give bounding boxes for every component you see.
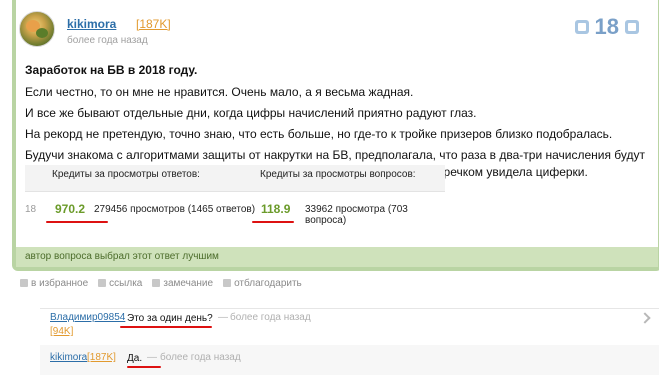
credits-stats-table: Кредиты за просмотры ответов: Кредиты за… [25, 165, 450, 226]
action-label: отблагодарить [234, 277, 302, 289]
comment-timestamp: более года назад [160, 352, 241, 363]
comment-author[interactable]: Владимир09854 [50, 312, 125, 323]
action-link[interactable]: ссылка [98, 276, 142, 290]
answer-actions: в избранное ссылка замечание отблагодари… [20, 276, 302, 290]
answer-paragraph: Если честно, то он мне не нравится. Очен… [25, 85, 414, 99]
answer-header: kikimora [187K] более года назад [19, 11, 659, 61]
comment-timestamp: более года назад [230, 312, 311, 323]
red-underline-mark [127, 366, 161, 368]
vote-count: 18 [594, 14, 619, 39]
link-icon [98, 279, 107, 287]
pin-icon[interactable] [639, 312, 651, 324]
action-label: ссылка [109, 277, 143, 289]
credits-questions-value: 118.9 [261, 202, 291, 216]
author-rating[interactable]: [187K] [136, 17, 171, 31]
stats-header-questions: Кредиты за просмотры вопросов: [260, 169, 416, 180]
stats-row-number: 18 [25, 204, 37, 215]
comment-author-rating[interactable]: [187K] [87, 352, 116, 363]
action-thank[interactable]: отблагодарить [223, 276, 302, 290]
thumbs-up-icon[interactable] [625, 20, 639, 34]
comment-separator: — [218, 312, 228, 323]
vote-widget: 18 [574, 14, 639, 40]
comment-text: Это за один день? [127, 313, 213, 324]
action-report[interactable]: замечание [152, 276, 213, 290]
answer-title: Заработок на БВ в 2018 году. [25, 63, 198, 77]
comment-separator: — [147, 352, 157, 363]
views-answers: 279456 просмотров (1465 ответов) [94, 204, 256, 215]
stats-row: 18 970.2 279456 просмотров (1465 ответов… [25, 200, 450, 226]
red-underline-mark [252, 221, 294, 223]
stats-header-answers: Кредиты за просмотры ответов: [52, 169, 200, 180]
action-label: замечание [163, 277, 214, 289]
comment: kikimora [187K] Да. — более года назад [40, 345, 659, 375]
answer-paragraph: На рекорд не претендую, точно знаю, что … [25, 127, 613, 141]
comment: Владимир09854 Это за один день? — более … [40, 308, 659, 341]
credits-answers-value: 970.2 [55, 202, 86, 216]
avatar[interactable] [19, 11, 55, 47]
answer-timestamp: более года назад [67, 35, 148, 46]
comment-author[interactable]: kikimora [50, 352, 87, 363]
avatar-image-part [36, 28, 48, 38]
comment-text: Да. [127, 353, 143, 364]
author-link[interactable]: kikimora [67, 17, 116, 31]
answer-paragraph: И все же бывают отдельные дни, когда циф… [25, 106, 477, 120]
star-icon [20, 279, 28, 287]
action-label: в избранное [31, 277, 89, 289]
red-underline-mark [46, 221, 108, 223]
views-questions: 33962 просмотра (703 вопроса) [305, 204, 408, 226]
comment-author-rating[interactable]: [94K] [50, 326, 73, 337]
best-answer-label: автор вопроса выбрал этот ответ лучшим [25, 251, 219, 262]
action-favorite[interactable]: в избранное [20, 276, 88, 290]
flag-icon [152, 279, 161, 287]
thumbs-down-icon[interactable] [574, 20, 589, 34]
stats-header: Кредиты за просмотры ответов: Кредиты за… [25, 165, 445, 192]
red-underline-mark [120, 326, 212, 328]
best-answer-banner: автор вопроса выбрал этот ответ лучшим [16, 247, 658, 267]
heart-icon [223, 279, 232, 287]
